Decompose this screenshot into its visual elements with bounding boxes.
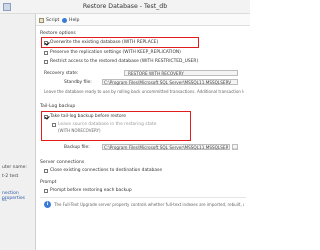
computer-name-label: uter name: xyxy=(2,165,27,170)
help-icon xyxy=(62,18,67,23)
close-connections-option[interactable]: Close existing connections to destinatio… xyxy=(44,168,162,173)
restore-options-header: Restore options xyxy=(40,31,76,36)
title-bar: Restore Database - Test_db xyxy=(0,0,250,14)
take-taillog-option[interactable]: Take tail-log backup before restore xyxy=(44,114,126,119)
leave-restoring-sublabel: (WITH NORECOVERY) xyxy=(58,128,101,133)
restrict-label: Restrict access to the restored database… xyxy=(50,59,199,64)
preserve-option[interactable]: Preserve the replication settings (WITH … xyxy=(44,50,181,55)
divider xyxy=(40,197,246,198)
fulltext-info-text: The Full-Text Upgrade server property co… xyxy=(54,202,244,207)
prompt-label: Prompt before restoring each backup xyxy=(50,188,132,193)
prompt-header: Prompt xyxy=(40,180,57,185)
standby-file-value: C:\Program Files\Microsoft SQL Server\MS… xyxy=(104,80,232,85)
standby-file-label: Standby file: xyxy=(64,80,92,85)
script-label: Script xyxy=(46,18,60,23)
take-taillog-label: Take tail-log backup before restore xyxy=(50,114,126,119)
overwrite-option[interactable]: Overwrite the existing database (WITH RE… xyxy=(44,40,158,45)
prompt-option[interactable]: Prompt before restoring each backup xyxy=(44,188,132,193)
leave-restoring-checkbox[interactable] xyxy=(52,122,56,127)
overwrite-checkbox[interactable] xyxy=(44,40,48,45)
computer-name-value: t-2 test xyxy=(2,174,19,179)
script-icon xyxy=(39,18,44,23)
restrict-checkbox[interactable] xyxy=(44,59,48,64)
preserve-checkbox[interactable] xyxy=(44,50,48,55)
leave-restoring-label: Leave source database in the restoring s… xyxy=(58,122,157,127)
backup-file-value: C:\Program Files\Microsoft SQL Server\MS… xyxy=(104,145,228,150)
recovery-state-label: Recovery state: xyxy=(44,71,79,76)
taillog-header: Tail-Log backup xyxy=(40,104,76,109)
toolbar: Script Help xyxy=(36,14,250,26)
leave-restoring-option[interactable]: Leave source database in the restoring s… xyxy=(52,122,156,127)
recovery-note: Leave the database ready to use by rolli… xyxy=(44,89,244,94)
help-label: Help xyxy=(69,18,80,23)
overwrite-label: Overwrite the existing database (WITH RE… xyxy=(50,40,159,45)
close-connections-label: Close existing connections to destinatio… xyxy=(50,168,163,173)
take-taillog-checkbox[interactable] xyxy=(44,114,48,119)
recovery-state-value: RESTORE WITH RECOVERY xyxy=(128,71,184,76)
server-connections-header: Server connections xyxy=(40,160,85,165)
script-button[interactable]: Script xyxy=(39,17,59,24)
preserve-label: Preserve the replication settings (WITH … xyxy=(50,50,181,55)
progress-label: ss xyxy=(2,198,7,203)
prompt-checkbox[interactable] xyxy=(44,188,48,193)
info-icon: i xyxy=(44,201,51,208)
left-panel: uter name: t-2 test nection properties s… xyxy=(0,14,36,250)
backup-file-label: Backup file: xyxy=(64,145,90,150)
close-connections-checkbox[interactable] xyxy=(44,168,48,173)
window-title: Restore Database - Test_db xyxy=(82,3,168,10)
browse-button[interactable]: … xyxy=(232,144,238,150)
restrict-option[interactable]: Restrict access to the restored database… xyxy=(44,59,198,64)
help-button[interactable]: Help xyxy=(62,17,79,24)
